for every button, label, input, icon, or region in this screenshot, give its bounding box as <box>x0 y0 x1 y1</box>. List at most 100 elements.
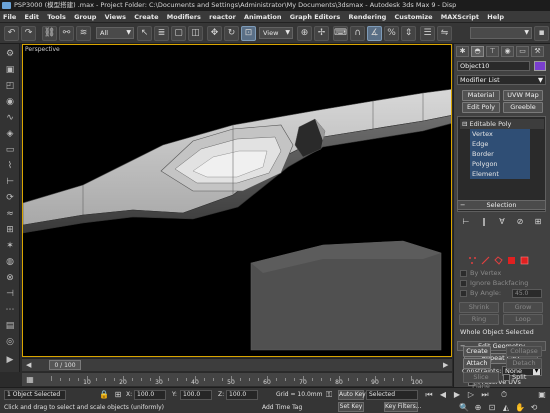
detach-button[interactable]: Detach <box>506 358 542 369</box>
edit-poly-button[interactable]: Edit Poly <box>462 102 500 113</box>
object-color-swatch[interactable] <box>534 61 546 71</box>
x-field[interactable]: 100.0 <box>134 390 166 400</box>
viewport-label[interactable]: Perspective <box>25 46 60 53</box>
keyboard-shortcut-icon[interactable]: ⌨ <box>333 26 348 41</box>
split-checkbox[interactable] <box>503 374 510 381</box>
named-selection-icon[interactable]: ☰ <box>420 26 435 41</box>
set-key-button[interactable]: Set Key <box>338 402 364 412</box>
undo-icon[interactable]: ↶ <box>4 26 19 41</box>
zoom-extents-icon[interactable]: ⊡ <box>486 402 498 413</box>
shrink-button[interactable]: Shrink <box>459 302 499 313</box>
absolute-mode-icon[interactable]: ⊞ <box>112 389 124 400</box>
select-rotate-icon[interactable]: ↻ <box>224 26 239 41</box>
hinge-icon[interactable]: ⊣ <box>3 288 17 300</box>
menu-rendering[interactable]: Rendering <box>345 11 389 22</box>
selection-filter-dropdown[interactable]: All ▼ <box>96 27 134 39</box>
named-selection-sets-dropdown[interactable]: ▼ <box>470 27 532 39</box>
element-mode-icon[interactable] <box>520 256 529 265</box>
zoom-icon[interactable]: 🔍 <box>458 402 470 413</box>
prismatic-icon[interactable]: ▤ <box>3 320 17 332</box>
create-button[interactable]: Create <box>463 346 491 357</box>
y-field[interactable]: 100.0 <box>180 390 212 400</box>
modify-tab-icon[interactable]: ◓ <box>471 46 484 57</box>
ring-button[interactable]: Ring <box>459 314 499 325</box>
mini-curve-editor-icon[interactable]: ▦ <box>24 374 36 385</box>
soft-body-icon[interactable]: ◉ <box>3 96 17 108</box>
time-slider-thumb[interactable]: 0 / 100 <box>49 360 81 370</box>
menu-animation[interactable]: Animation <box>241 11 284 22</box>
maximize-viewport-icon[interactable]: ▣ <box>536 389 548 400</box>
time-config-icon[interactable]: ⏱ <box>498 389 510 400</box>
stack-item-border[interactable]: Border <box>470 149 530 159</box>
uvw-map-button[interactable]: UVW Map <box>503 90 543 101</box>
menu-edit[interactable]: Edit <box>22 11 42 22</box>
greeble-button[interactable]: Greeble <box>503 102 543 113</box>
pivot-center-icon[interactable]: ⊕ <box>297 26 312 41</box>
bind-space-warp-icon[interactable]: ≋ <box>76 26 91 41</box>
rigid-body-icon[interactable]: ▣ <box>3 64 17 76</box>
dashpot-icon[interactable]: ⊢ <box>3 176 17 188</box>
show-end-result-icon[interactable]: ‖ <box>477 216 491 227</box>
go-to-start-icon[interactable]: ⏮ <box>423 389 435 400</box>
redo-icon[interactable]: ↷ <box>21 26 36 41</box>
selection-rollout-header[interactable]: − Selection <box>457 200 546 210</box>
stack-item-element[interactable]: Element <box>470 169 530 179</box>
toy-car-icon[interactable]: ⊞ <box>3 224 17 236</box>
spinner-snap-icon[interactable]: ⇕ <box>401 26 416 41</box>
loop-button[interactable]: Loop <box>503 314 543 325</box>
select-by-name-icon[interactable]: ≣ <box>154 26 169 41</box>
track-bar[interactable]: ▦ 10 20 30 40 50 60 70 80 90 100 <box>22 372 452 386</box>
percent-snap-icon[interactable]: % <box>384 26 399 41</box>
remove-modifier-icon[interactable]: ⊘ <box>513 216 527 227</box>
slice-plane-button[interactable]: Slice Plane <box>463 372 499 390</box>
stack-item-edge[interactable]: Edge <box>470 139 530 149</box>
previous-key-icon[interactable]: ◀ <box>437 389 449 400</box>
object-name-field[interactable]: Object10 <box>457 61 530 71</box>
menu-tools[interactable]: Tools <box>44 11 69 22</box>
prev-frame-icon[interactable]: ◀ <box>26 361 31 369</box>
lock-selection-icon[interactable]: 🔒 <box>98 389 110 400</box>
select-move-icon[interactable]: ✥ <box>207 26 222 41</box>
select-manipulate-icon[interactable]: ✢ <box>314 26 329 41</box>
stack-item-editable-poly[interactable]: ⊟ Editable Poly <box>460 119 544 129</box>
modifier-list-dropdown[interactable]: Modifier List ▼ <box>457 75 546 85</box>
rope-icon[interactable]: ∿ <box>3 112 17 124</box>
attach-button[interactable]: Attach <box>463 358 491 369</box>
make-unique-icon[interactable]: ∀ <box>495 216 509 227</box>
wind-icon[interactable]: ≈ <box>3 208 17 220</box>
z-field[interactable]: 100.0 <box>226 390 258 400</box>
add-time-tag[interactable]: Add Time Tag <box>262 404 302 411</box>
selection-region-icon[interactable]: ▢ <box>171 26 186 41</box>
menu-help[interactable]: Help <box>484 11 507 22</box>
window-crossing-icon[interactable]: ◫ <box>188 26 203 41</box>
spring-icon[interactable]: ⌇ <box>3 160 17 172</box>
mirror-icon[interactable]: ⇋ <box>437 26 452 41</box>
render-icon[interactable]: ▪ <box>534 26 549 41</box>
motor-icon[interactable]: ⟳ <box>3 192 17 204</box>
next-frame-icon[interactable]: ▶ <box>443 361 448 369</box>
menu-file[interactable]: File <box>0 11 19 22</box>
perspective-viewport[interactable]: Perspective <box>22 44 452 357</box>
vertex-mode-icon[interactable] <box>468 256 477 265</box>
select-object-icon[interactable]: ↖ <box>137 26 152 41</box>
field-of-view-icon[interactable]: ◭ <box>500 402 512 413</box>
deforming-mesh-icon[interactable]: ◈ <box>3 128 17 140</box>
pin-stack-icon[interactable]: ⊢ <box>459 216 473 227</box>
constraint-icon[interactable]: ⊗ <box>3 272 17 284</box>
time-slider[interactable]: ◀ 0 / 100 ▶ <box>22 358 452 371</box>
display-tab-icon[interactable]: ▭ <box>516 46 529 57</box>
plane-icon[interactable]: ▭ <box>3 144 17 156</box>
menu-group[interactable]: Group <box>71 11 99 22</box>
stack-item-vertex[interactable]: Vertex <box>470 129 530 139</box>
polygon-mode-icon[interactable] <box>507 256 516 265</box>
select-scale-icon[interactable]: ⊡ <box>241 26 256 41</box>
hierarchy-tab-icon[interactable]: ⊤ <box>486 46 499 57</box>
create-tab-icon[interactable]: ✱ <box>456 46 469 57</box>
select-link-icon[interactable]: ⛓ <box>42 26 57 41</box>
by-angle-checkbox[interactable] <box>460 290 467 297</box>
water-icon[interactable]: ◍ <box>3 256 17 268</box>
edge-mode-icon[interactable] <box>481 256 490 265</box>
snap-toggle-icon[interactable]: ∩ <box>350 26 365 41</box>
zoom-all-icon[interactable]: ⊕ <box>472 402 484 413</box>
border-mode-icon[interactable] <box>494 256 503 265</box>
